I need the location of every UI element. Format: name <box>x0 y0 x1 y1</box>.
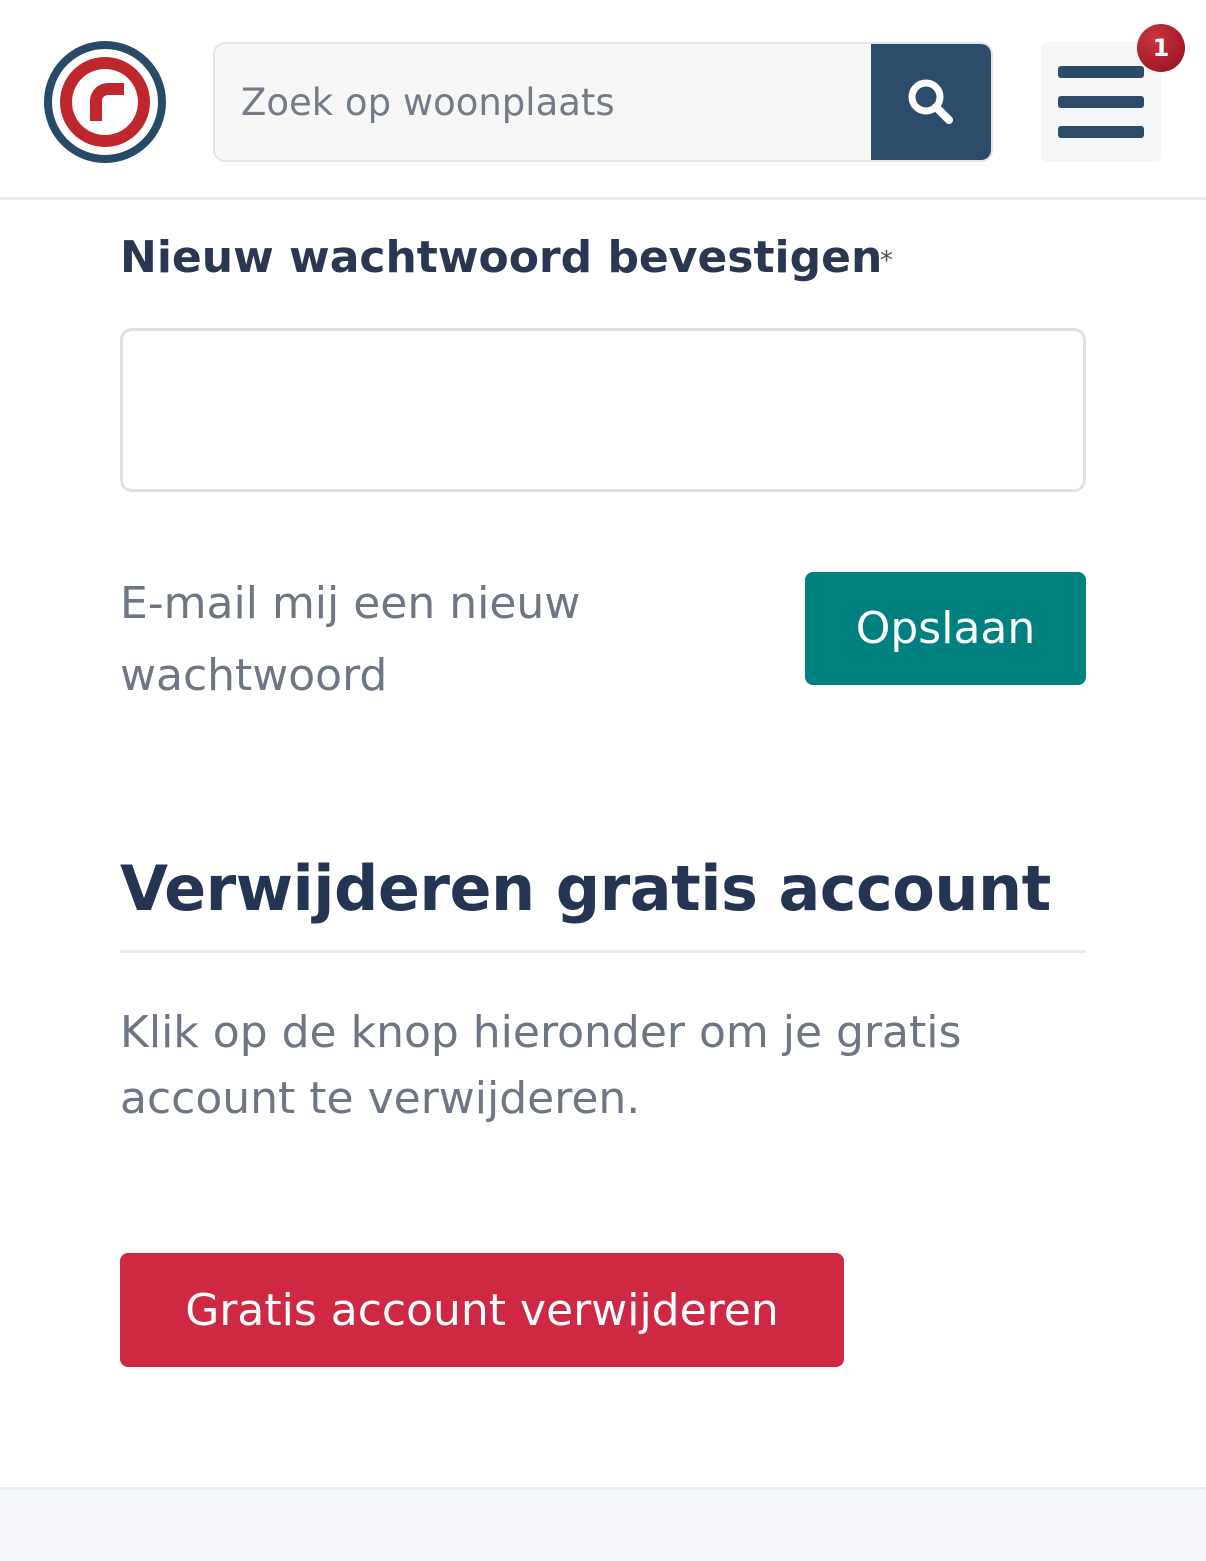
section-title: Verwijderen gratis account <box>120 852 1051 925</box>
search-icon <box>908 79 953 124</box>
email-new-password-link[interactable]: E-mail mij een nieuw wachtwoord <box>120 568 720 712</box>
required-marker: * <box>880 246 893 276</box>
search-input[interactable] <box>215 44 875 160</box>
save-button[interactable]: Opslaan <box>805 572 1086 685</box>
footer-area <box>0 1487 1206 1561</box>
search-button[interactable] <box>871 44 991 160</box>
site-header: 1 <box>0 0 1206 200</box>
delete-account-button[interactable]: Gratis account verwijderen <box>120 1253 844 1367</box>
notification-badge: 1 <box>1137 24 1185 72</box>
hamburger-menu-bar <box>1058 126 1144 138</box>
search-bar <box>213 42 993 162</box>
logo-mark-icon <box>44 41 166 163</box>
confirm-password-field[interactable] <box>120 328 1086 492</box>
section-divider <box>120 950 1086 953</box>
hamburger-menu-bar <box>1058 96 1144 108</box>
hamburger-menu-icon <box>1058 66 1144 78</box>
site-logo[interactable] <box>44 41 166 163</box>
delete-description: Klik op de knop hieronder om je gratis a… <box>120 1007 962 1124</box>
confirm-password-label: Nieuw wachtwoord bevestigen <box>120 232 883 283</box>
